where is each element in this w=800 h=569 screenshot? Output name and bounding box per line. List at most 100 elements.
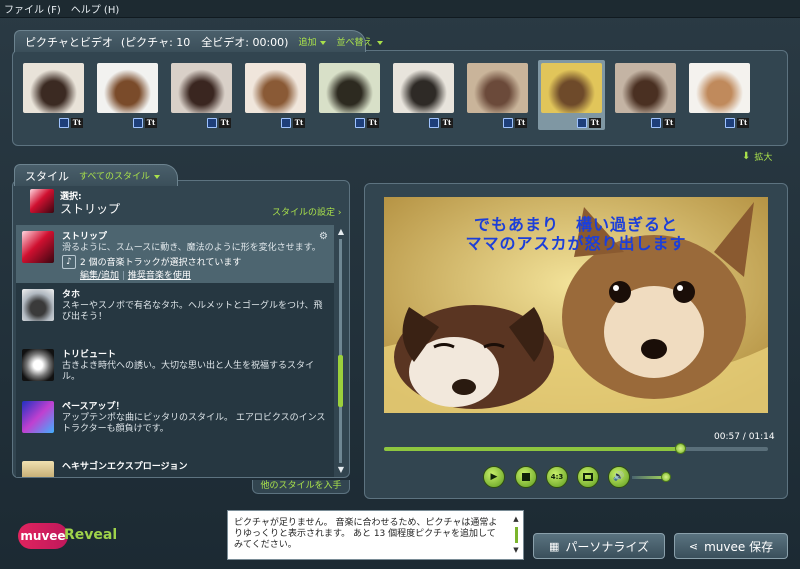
thumbnail[interactable]: Tt	[168, 60, 235, 130]
message-scrollbar[interactable]: ▲ ▼	[512, 514, 520, 556]
thumbnail[interactable]: Tt	[538, 60, 605, 130]
thumbnail-badges: Tt	[59, 118, 83, 128]
progress-knob[interactable]	[674, 443, 686, 454]
film-icon[interactable]	[133, 118, 143, 128]
speaker-icon: 🔊	[613, 472, 625, 482]
style-filter-dropdown[interactable]: すべてのスタイル	[79, 169, 161, 182]
selected-style: 選択: ストリップ スタイルの設定 ›	[14, 183, 348, 223]
style-item-hexagon[interactable]: ヘキサゴンエクスプロージョン	[16, 455, 334, 477]
thumbnail[interactable]: Tt	[316, 60, 383, 130]
add-button[interactable]: 追加	[298, 35, 327, 48]
settings-icon[interactable]: ⚙	[319, 231, 328, 242]
thumbnail[interactable]: Tt	[94, 60, 161, 130]
thumbnail-image	[467, 63, 528, 113]
progress-fill	[384, 447, 680, 451]
style-item-strip[interactable]: ストリップ 滑るように、スムースに動き、魔法のように形を変化させます。 ⚙ ♪ …	[16, 225, 334, 283]
style-list-scrollbar[interactable]: ▲ ▼	[336, 227, 346, 475]
volume-button[interactable]: 🔊	[608, 466, 630, 488]
film-icon[interactable]	[577, 118, 587, 128]
video-preview[interactable]: でもあまり 構い過ぎると ママのアスカが怒り出します	[384, 197, 768, 413]
thumbnail-badges: Tt	[207, 118, 231, 128]
film-icon[interactable]	[651, 118, 661, 128]
volume-knob[interactable]	[661, 472, 671, 482]
thumbnail-image	[23, 63, 84, 113]
film-icon[interactable]	[429, 118, 439, 128]
film-icon[interactable]	[355, 118, 365, 128]
menu-file[interactable]: ファイル (F)	[4, 1, 61, 16]
strip-icon	[22, 231, 54, 263]
menu-bar: ファイル (F) ヘルプ (H)	[0, 0, 800, 18]
stop-button[interactable]	[515, 466, 537, 488]
aspect-ratio-button[interactable]: 4:3	[546, 466, 568, 488]
style-item-name: トリビュート	[62, 350, 117, 360]
pictures-title: ピクチャとビデオ	[25, 35, 113, 49]
scroll-track[interactable]	[339, 239, 342, 463]
style-settings-button[interactable]: スタイルの設定 ›	[272, 205, 342, 218]
text-caption-icon[interactable]: Tt	[515, 118, 527, 128]
style-item-tribute[interactable]: トリビュート 古きよき時代への誘い。大切な思い出と人生を祝福するスタイル。	[16, 343, 334, 395]
music-edit-link[interactable]: 編集/追加	[80, 271, 119, 281]
strip-style-icon	[30, 189, 54, 213]
film-icon[interactable]	[59, 118, 69, 128]
film-icon[interactable]	[207, 118, 217, 128]
thumbnail-image	[541, 63, 602, 113]
scroll-thumb[interactable]	[338, 355, 343, 407]
film-icon[interactable]	[725, 118, 735, 128]
text-caption-icon[interactable]: Tt	[219, 118, 231, 128]
style-item-pace-up[interactable]: ペースアップ！ アップテンポな曲にピッタリのスタイル。 エアロビクスのインストラ…	[16, 395, 334, 455]
thumbnail-badges: Tt	[281, 118, 305, 128]
thumbnail[interactable]: Tt	[612, 60, 679, 130]
tahoe-icon	[22, 289, 54, 321]
thumbnail-image	[615, 63, 676, 113]
share-icon: ⋖	[688, 539, 699, 553]
playback-progress[interactable]	[384, 443, 768, 454]
play-button[interactable]: ▶	[483, 466, 505, 488]
music-info: ♪ 2 個の音楽トラックが選択されています 編集/追加 | 推奨音楽を使用	[62, 255, 241, 281]
personalize-button[interactable]: ▦ パーソナライズ	[533, 533, 665, 559]
sort-button[interactable]: 並べ替え	[336, 35, 383, 48]
text-caption-icon[interactable]: Tt	[367, 118, 379, 128]
thumbnail[interactable]: Tt	[390, 60, 457, 130]
thumbnail-image	[171, 63, 232, 113]
music-note-icon: ♪	[62, 255, 76, 269]
text-caption-icon[interactable]: Tt	[293, 118, 305, 128]
style-item-desc: アップテンポな曲にピッタリのスタイル。 エアロビクスのインストラクターも顔負けで…	[62, 413, 326, 434]
film-icon[interactable]	[281, 118, 291, 128]
film-icon[interactable]	[503, 118, 513, 128]
scroll-up-icon[interactable]: ▲	[512, 514, 520, 525]
thumbnail-badges: Tt	[503, 118, 527, 128]
scroll-down-icon[interactable]: ▼	[512, 545, 520, 556]
text-caption-icon[interactable]: Tt	[145, 118, 157, 128]
text-caption-icon[interactable]: Tt	[589, 118, 601, 128]
music-track-text: 2 個の音楽トラックが選択されています	[80, 258, 242, 268]
text-caption-icon[interactable]: Tt	[71, 118, 83, 128]
thumbnail[interactable]: Tt	[464, 60, 531, 130]
scroll-thumb[interactable]	[514, 527, 518, 543]
style-item-desc: 滑るように、スムースに動き、魔法のように形を変化させます。	[62, 243, 321, 253]
time-readout: 00:57 / 01:14	[714, 432, 775, 442]
text-caption-icon[interactable]: Tt	[663, 118, 675, 128]
fullscreen-button[interactable]	[577, 466, 599, 488]
recommended-music-link[interactable]: 推奨音楽を使用	[128, 271, 191, 281]
chevron-down-icon	[154, 174, 161, 179]
stop-icon	[522, 473, 530, 481]
style-item-tahoe[interactable]: タホ スキーやスノボで有名なタホ。ヘルメットとゴーグルをつけ、飛び出そう！	[16, 283, 334, 343]
scroll-up-icon[interactable]: ▲	[336, 227, 346, 237]
thumbnail-image	[245, 63, 306, 113]
notification-message: ピクチャが足りません。 音楽に合わせるため、ピクチャは通常よりゆっくりと表示され…	[227, 510, 524, 560]
chevron-down-icon	[376, 40, 383, 45]
muvee-reveal-logo: muvee Reveal	[18, 521, 117, 551]
thumbnail[interactable]: Tt	[242, 60, 309, 130]
scroll-down-icon[interactable]: ▼	[336, 465, 346, 475]
thumbnail-image	[97, 63, 158, 113]
thumbnail[interactable]: Tt	[20, 60, 87, 130]
text-caption-icon[interactable]: Tt	[441, 118, 453, 128]
expand-button[interactable]: ⬇ 拡大	[742, 150, 772, 163]
menu-help[interactable]: ヘルプ (H)	[71, 1, 120, 16]
thumbnail[interactable]: Tt	[686, 60, 753, 130]
save-button[interactable]: ⋖ muvee 保存	[674, 533, 788, 559]
get-more-styles-button[interactable]: 他のスタイルを入手	[252, 480, 350, 494]
text-caption-icon[interactable]: Tt	[737, 118, 749, 128]
fullscreen-icon	[583, 473, 593, 481]
play-icon: ▶	[490, 472, 498, 482]
